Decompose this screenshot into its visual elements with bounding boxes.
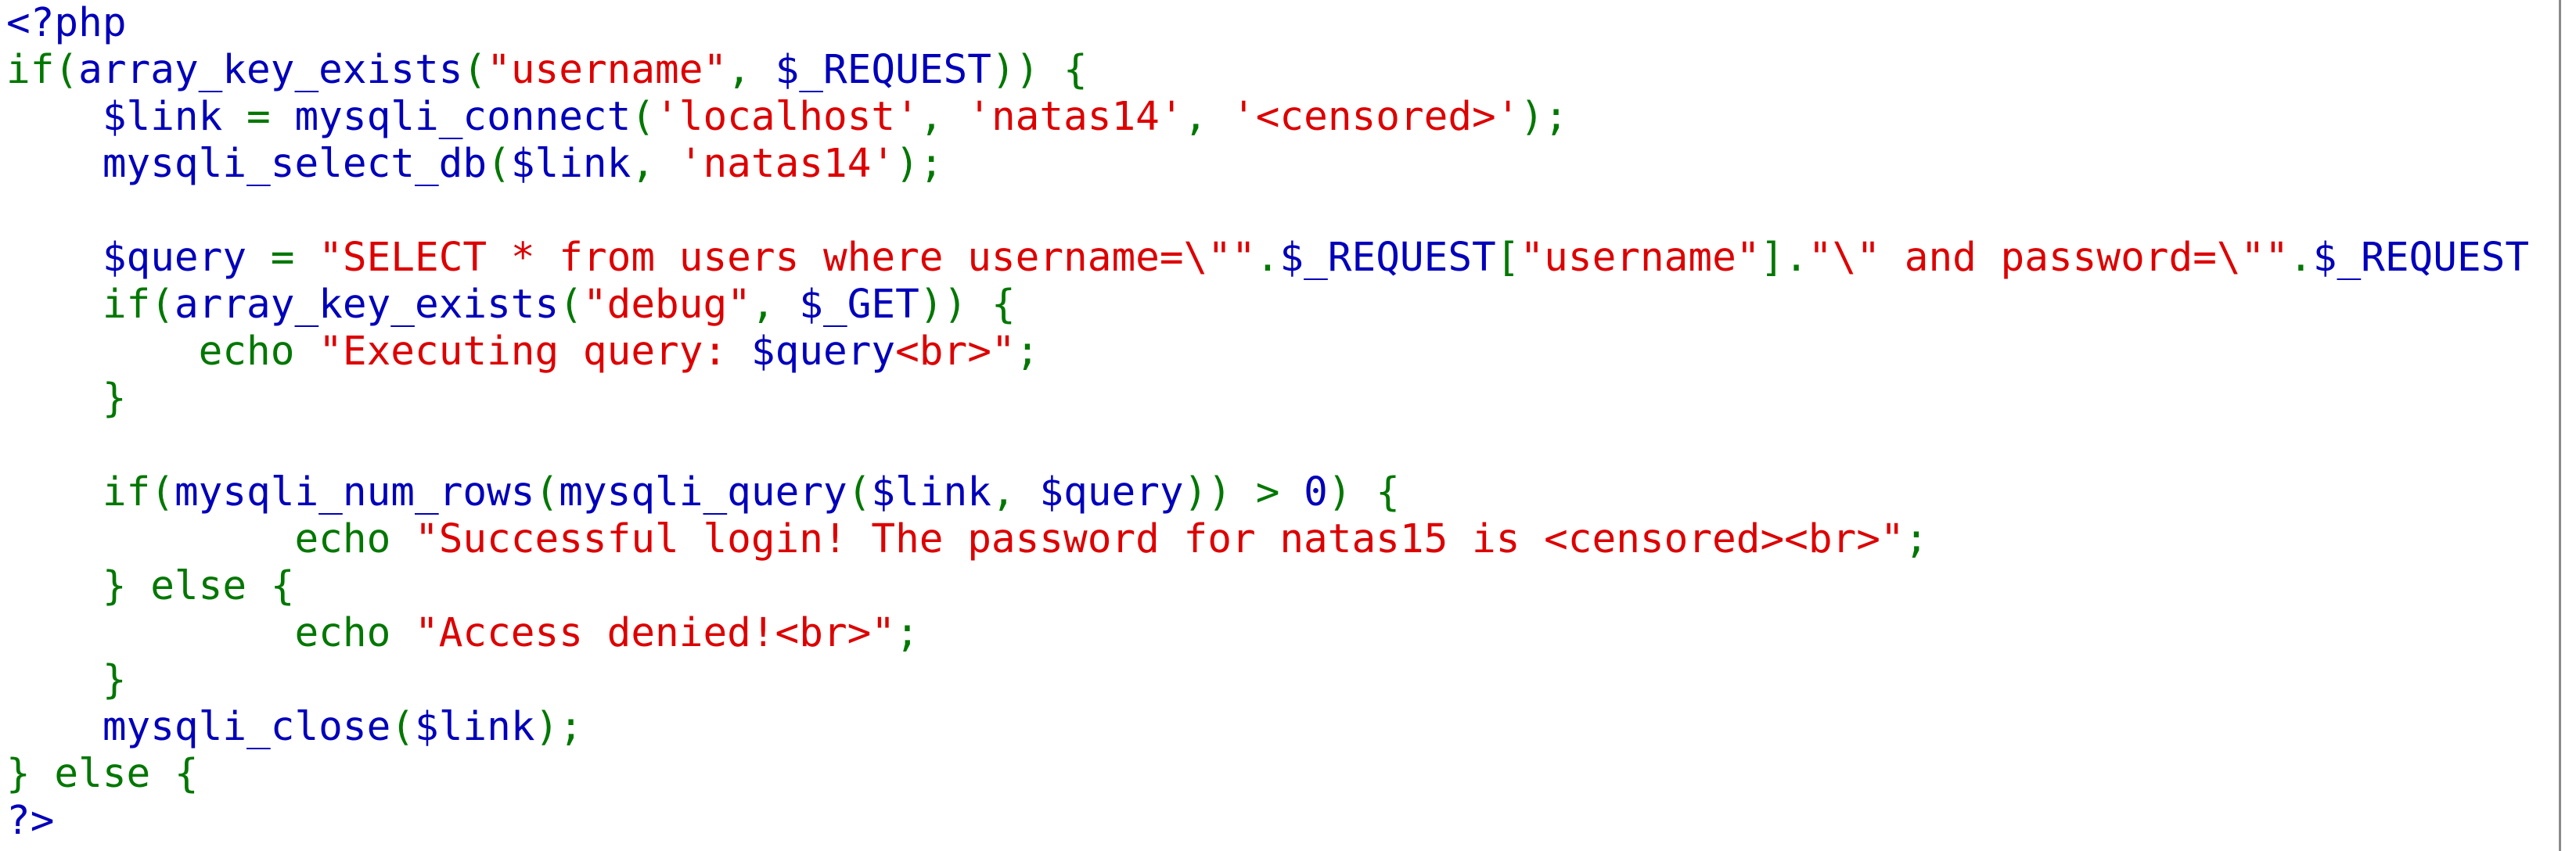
code-token: ( [631, 94, 656, 140]
code-token: $query [6, 235, 271, 281]
code-token: <?php [6, 0, 127, 46]
code-token: = [246, 94, 295, 140]
code-line: <?php [6, 0, 2559, 47]
code-token: . [1255, 235, 1280, 281]
code-token: } else { [6, 751, 199, 797]
code-token: , [1183, 94, 1232, 140]
code-token: )) { [991, 47, 1088, 93]
code-line: } [6, 657, 2559, 704]
scrollbar-edge-line [2559, 0, 2561, 851]
code-token: $link [871, 469, 991, 515]
code-token: , [631, 141, 679, 187]
code-token: 0 [1304, 469, 1328, 515]
code-token: echo [6, 610, 415, 656]
code-token: )) > [1183, 469, 1304, 515]
code-token: ; [1015, 329, 1040, 375]
code-token: $_REQUEST [2312, 235, 2530, 281]
code-token: "Successful login! The password for nata… [414, 516, 1905, 562]
code-token: 'natas14' [678, 141, 896, 187]
code-token: "Access denied!<br>" [414, 610, 896, 656]
code-token: $_GET [799, 282, 919, 328]
code-token: echo [6, 516, 415, 562]
code-token: ( [487, 141, 511, 187]
code-token: mysqli_connect [294, 94, 631, 140]
code-token: mysqli_select_db [6, 141, 487, 187]
code-token: "debug" [582, 282, 751, 328]
php-source-code: <?php if(array_key_exists("username", $_R… [0, 0, 2559, 845]
code-line: } [6, 375, 2559, 422]
code-token: if( [6, 469, 174, 515]
code-token: ( [559, 282, 583, 328]
code-token: [ [1495, 235, 1520, 281]
code-token: , [991, 469, 1040, 515]
code-token: "username" [487, 47, 728, 93]
code-token: <br>" [895, 329, 1016, 375]
code-line: ?> [6, 798, 2559, 845]
code-token: mysqli_num_rows [174, 469, 535, 515]
code-token: "SELECT * from users where username=\"" [318, 235, 1256, 281]
code-token: ; [1904, 516, 1929, 562]
code-token: = [270, 235, 319, 281]
code-line: if(array_key_exists("debug", $_GET)) { [6, 282, 2559, 329]
code-token: "username" [1520, 235, 1761, 281]
code-token: ( [390, 704, 415, 750]
code-token: $_REQUEST [1279, 235, 1496, 281]
code-token: , [919, 94, 968, 140]
code-token: '<censored>' [1232, 94, 1520, 140]
code-line: if(mysqli_num_rows(mysqli_query($link, $… [6, 469, 2559, 516]
code-line: mysqli_select_db($link, 'natas14'); [6, 141, 2559, 188]
code-token: 'natas14' [967, 94, 1184, 140]
code-token: $_REQUEST [775, 47, 991, 93]
code-token: "Executing query: [318, 329, 751, 375]
code-token: ; [895, 610, 919, 656]
code-token: . [2289, 235, 2313, 281]
source-code-viewer: <?php if(array_key_exists("username", $_R… [0, 0, 2559, 851]
code-token: ( [534, 469, 559, 515]
code-line: echo "Executing query: $query<br>"; [6, 329, 2559, 375]
code-token: } [6, 375, 127, 422]
code-token: mysqli_close [6, 704, 391, 750]
code-token: ); [1520, 94, 1568, 140]
code-token: ); [895, 141, 944, 187]
code-token: $query [1039, 469, 1184, 515]
code-token: ); [534, 704, 583, 750]
code-token: } else { [6, 563, 295, 609]
code-line: mysqli_close($link); [6, 704, 2559, 751]
code-token: ) { [1327, 469, 1400, 515]
code-token: 'localhost' [655, 94, 919, 140]
code-token: mysqli_query [559, 469, 847, 515]
code-token: ( [847, 469, 872, 515]
code-token: $link [510, 141, 631, 187]
code-line: if(array_key_exists("username", $_REQUES… [6, 47, 2559, 94]
code-token: if( [6, 47, 79, 93]
code-token: , [727, 47, 775, 93]
code-token: $link [415, 704, 535, 750]
code-token: ?> [6, 798, 55, 844]
code-token: ]. [1760, 235, 1808, 281]
code-line: } else { [6, 751, 2559, 798]
code-token: if( [6, 282, 174, 328]
code-token: } [6, 657, 127, 703]
code-token: )) { [919, 282, 1016, 328]
code-token: echo [6, 329, 319, 375]
code-token: "\" and password=\"" [1808, 235, 2290, 281]
code-token: ( [462, 47, 487, 93]
code-token: $query [750, 329, 896, 375]
code-token: array_key_exists [78, 47, 463, 93]
code-token: , [750, 282, 800, 328]
code-token: $link [6, 94, 247, 140]
code-line: $query = "SELECT * from users where user… [6, 235, 2559, 282]
code-token: array_key_exists [174, 282, 559, 328]
code-line: $link = mysqli_connect('localhost', 'nat… [6, 94, 2559, 141]
code-line: echo "Successful login! The password for… [6, 516, 2559, 563]
code-line: } else { [6, 563, 2559, 610]
code-line: echo "Access denied!<br>"; [6, 610, 2559, 657]
vertical-scrollbar[interactable] [2559, 0, 2576, 851]
